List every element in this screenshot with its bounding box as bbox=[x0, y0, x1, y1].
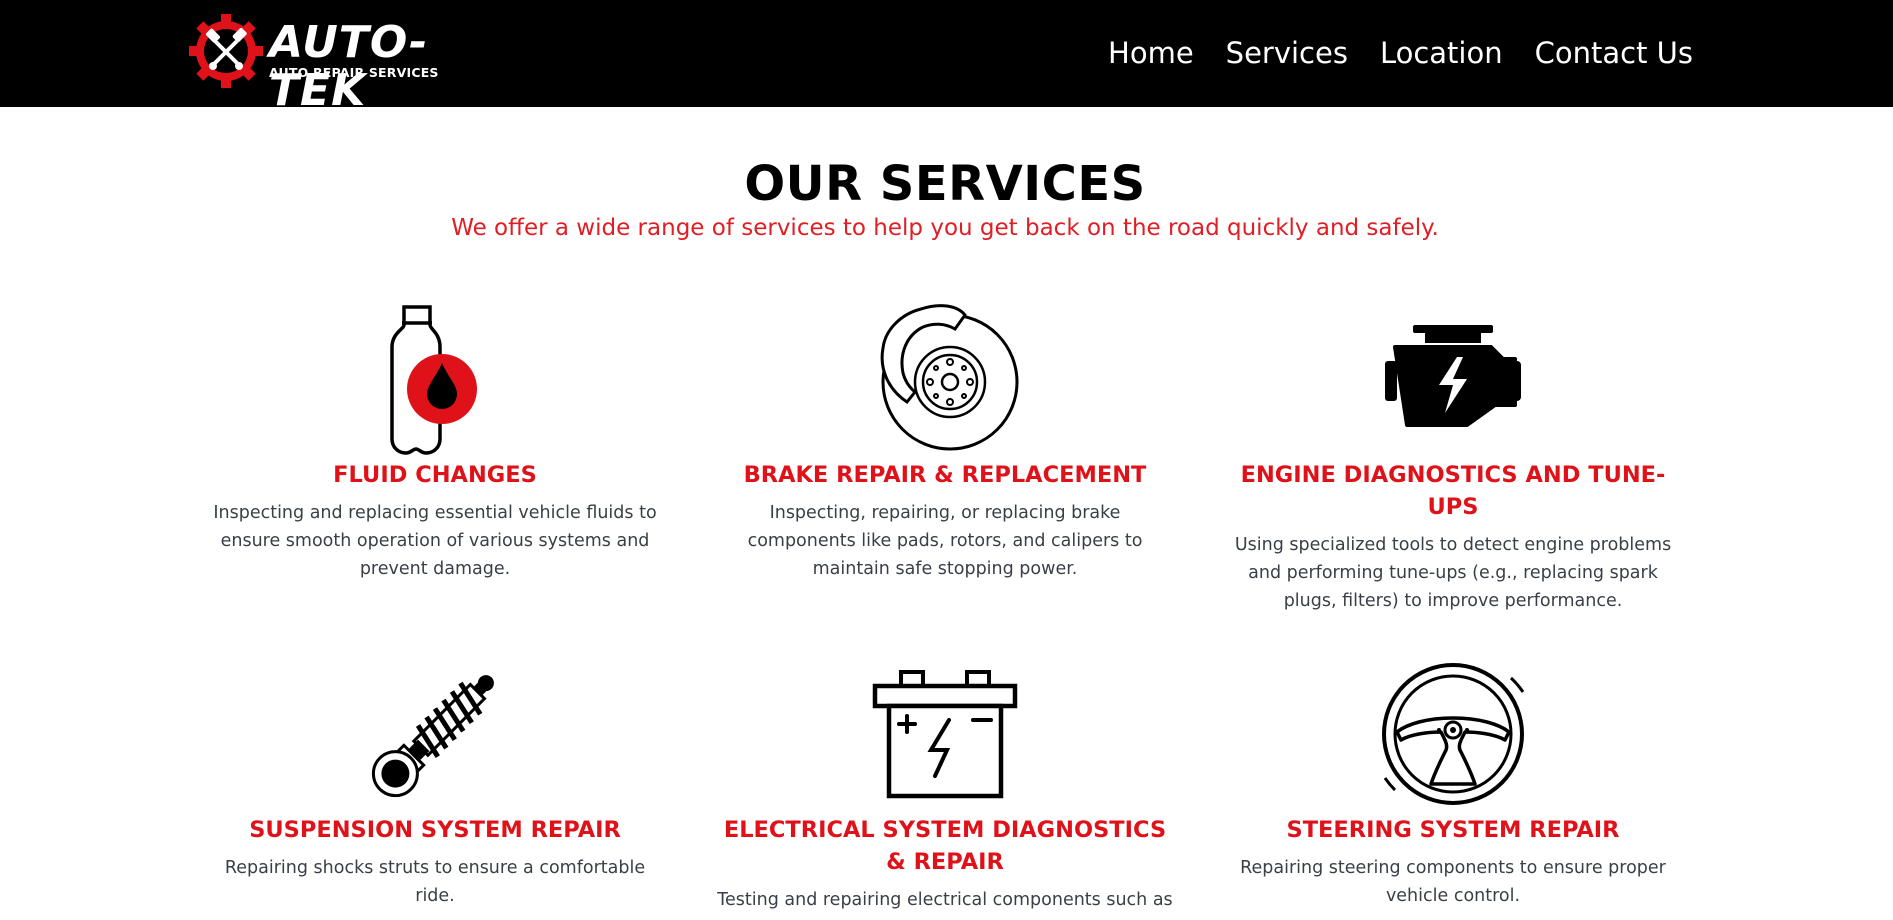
service-card-brake-repair: BRAKE REPAIR & REPLACEMENT Inspecting, r… bbox=[715, 299, 1175, 583]
main-nav: Home Services Location Contact Us bbox=[1108, 34, 1693, 72]
service-description: Testing and repairing electrical compone… bbox=[717, 890, 1173, 910]
shock-absorber-icon bbox=[371, 675, 494, 798]
service-title: SUSPENSION SYSTEM REPAIR bbox=[249, 817, 621, 843]
fluid-bottle-icon bbox=[390, 305, 477, 455]
service-card-engine-diagnostics: ENGINE DIAGNOSTICS AND TUNE-UPS Using sp… bbox=[1223, 299, 1683, 615]
page-title: OUR SERVICES bbox=[744, 156, 1146, 212]
service-title: STEERING SYSTEM REPAIR bbox=[1286, 817, 1620, 843]
service-description: Using specialized tools to detect engine… bbox=[1234, 535, 1672, 611]
service-title: BRAKE REPAIR & REPLACEMENT bbox=[743, 462, 1147, 488]
service-card-suspension: SUSPENSION SYSTEM REPAIR Repairing shock… bbox=[205, 654, 665, 910]
gear-pistons-logo-icon bbox=[189, 14, 263, 88]
site-header: AUTO-TEK AUTO REPAIR SERVICES Home Servi… bbox=[0, 0, 1893, 115]
page-subtitle: We offer a wide range of services to hel… bbox=[451, 215, 1439, 241]
nav-link-home[interactable]: Home bbox=[1108, 34, 1194, 72]
brand-tagline: AUTO REPAIR SERVICES bbox=[269, 65, 439, 80]
steering-wheel-icon bbox=[1382, 663, 1525, 805]
service-card-steering: STEERING SYSTEM REPAIR Repairing steerin… bbox=[1223, 654, 1683, 910]
service-title: ENGINE DIAGNOSTICS AND TUNE-UPS bbox=[1240, 462, 1666, 520]
service-description: Repairing steering components to ensure … bbox=[1240, 858, 1666, 906]
service-card-electrical: ELECTRICAL SYSTEM DIAGNOSTICS & REPAIR T… bbox=[715, 654, 1175, 914]
service-title: ELECTRICAL SYSTEM DIAGNOSTICS & REPAIR bbox=[723, 817, 1167, 875]
site-logo[interactable]: AUTO-TEK AUTO REPAIR SERVICES bbox=[189, 13, 449, 115]
nav-link-services[interactable]: Services bbox=[1226, 34, 1348, 72]
nav-link-contact-us[interactable]: Contact Us bbox=[1535, 34, 1693, 72]
service-card-fluid-changes: FLUID CHANGES Inspecting and replacing e… bbox=[205, 299, 665, 583]
engine-icon bbox=[1385, 325, 1521, 427]
service-description: Repairing shocks struts to ensure a comf… bbox=[224, 858, 646, 906]
car-battery-icon bbox=[872, 670, 1018, 799]
nav-link-location[interactable]: Location bbox=[1380, 34, 1503, 72]
brake-disc-icon bbox=[880, 304, 1019, 451]
service-description: Inspecting, repairing, or replacing brak… bbox=[747, 503, 1143, 579]
service-title: FLUID CHANGES bbox=[333, 462, 537, 488]
service-description: Inspecting and replacing essential vehic… bbox=[213, 503, 657, 579]
